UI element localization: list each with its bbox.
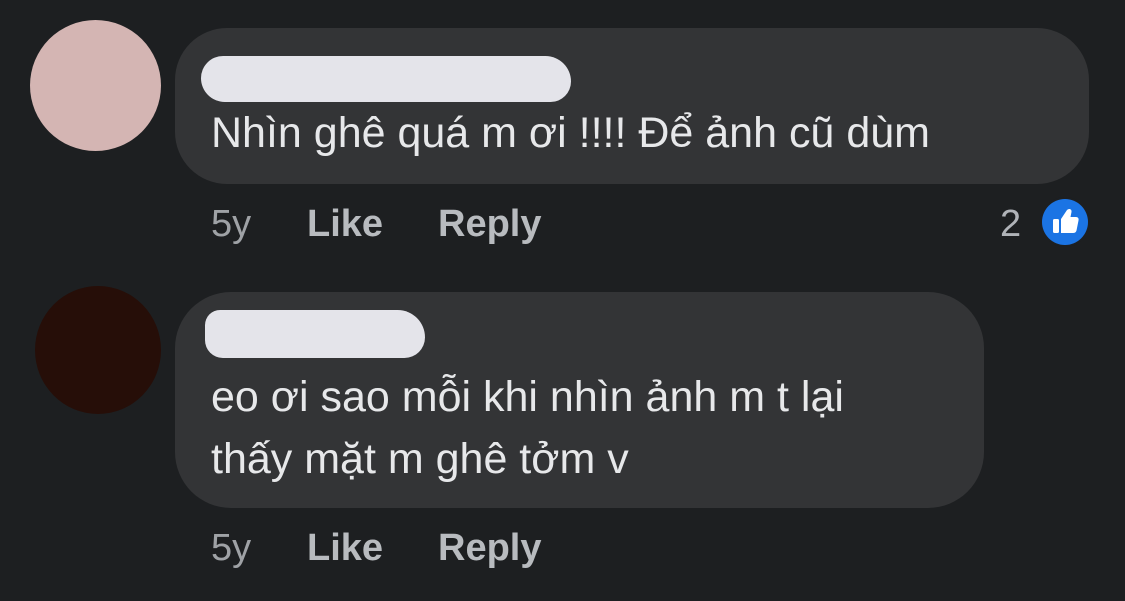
- like-thumb-icon[interactable]: [1040, 197, 1090, 247]
- redacted-author-name: [205, 310, 425, 358]
- avatar[interactable]: [30, 20, 161, 151]
- reaction-count[interactable]: 2: [1000, 203, 1021, 246]
- comment-text-line: thấy mặt m ghê tởm v: [211, 435, 629, 483]
- comment-text: eo ơi sao mỗi khi nhìn ảnh m t lại thấy …: [211, 366, 844, 490]
- comment-thread: Nhìn ghê quá m ơi !!!! Để ảnh cũ dùm 5y …: [0, 0, 1125, 601]
- comment-timestamp: 5y: [211, 203, 252, 245]
- like-button[interactable]: Like: [307, 203, 383, 246]
- comment-text-line: eo ơi sao mỗi khi nhìn ảnh m t lại: [211, 373, 844, 421]
- reply-button[interactable]: Reply: [438, 527, 541, 570]
- avatar[interactable]: [35, 286, 161, 414]
- comment-bubble: eo ơi sao mỗi khi nhìn ảnh m t lại thấy …: [175, 292, 984, 508]
- reply-button[interactable]: Reply: [438, 203, 541, 246]
- redacted-author-name: [201, 56, 571, 102]
- like-button[interactable]: Like: [307, 527, 383, 570]
- comment-bubble: Nhìn ghê quá m ơi !!!! Để ảnh cũ dùm: [175, 28, 1089, 184]
- comment-text: Nhìn ghê quá m ơi !!!! Để ảnh cũ dùm: [211, 109, 930, 157]
- comment-timestamp: 5y: [211, 527, 252, 569]
